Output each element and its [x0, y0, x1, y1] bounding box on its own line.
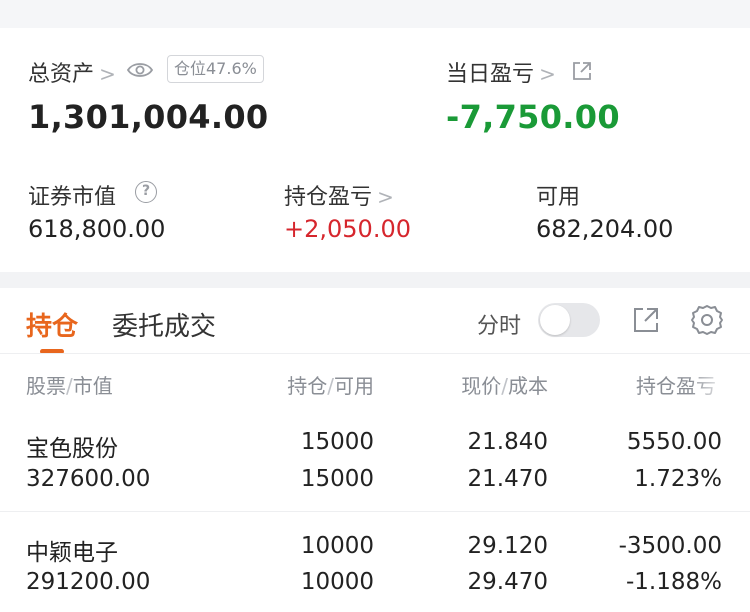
header-fade — [690, 368, 730, 398]
header-price-label: 现价 — [461, 374, 502, 398]
chevron-right-icon: > — [539, 62, 556, 86]
available-qty: 15000 — [300, 466, 374, 492]
securities-value: 618,800.00 — [28, 215, 166, 243]
stock-name: 宝色股份 — [26, 436, 118, 462]
export-icon[interactable] — [632, 306, 660, 334]
header-separator: / — [501, 374, 508, 398]
chevron-right-icon: > — [99, 62, 116, 86]
tab-holdings[interactable]: 持仓 — [26, 306, 78, 343]
account-summary: 总资产 > 仓位47.6% 1,301,004.00 当日盈亏 > -7,750… — [0, 28, 750, 272]
position-pnl-percent: 1.723% — [634, 466, 722, 492]
chevron-right-icon: > — [377, 185, 394, 209]
cost-price: 21.470 — [467, 466, 548, 492]
position-ratio-badge: 仓位47.6% — [167, 55, 264, 83]
header-available-label: 可用 — [334, 374, 374, 398]
cost-price: 29.470 — [467, 569, 548, 595]
holding-qty: 10000 — [300, 533, 374, 559]
header-market-value-label: 市值 — [72, 374, 113, 398]
positions-panel: 持仓 委托成交 分时 股票/市值 持仓/可用 现价/成本 持仓盈亏 宝色股份 3… — [0, 288, 750, 612]
market-value: 291200.00 — [26, 569, 151, 595]
column-header-holding: 持仓/可用 — [287, 370, 374, 399]
header-separator: / — [66, 374, 73, 398]
current-price: 29.120 — [467, 533, 548, 559]
toggle-knob — [540, 305, 570, 335]
daily-pnl-link[interactable]: 当日盈亏 > — [446, 56, 556, 88]
market-value: 327600.00 — [26, 466, 151, 492]
column-header-price: 现价/成本 — [461, 370, 548, 399]
header-holding-label: 持仓 — [287, 374, 328, 398]
settings-gear-icon[interactable] — [690, 303, 724, 337]
available-value: 682,204.00 — [536, 215, 674, 243]
timeshare-toggle[interactable] — [538, 303, 600, 337]
daily-pnl-label: 当日盈亏 — [446, 62, 535, 87]
holding-pnl-link[interactable]: 持仓盈亏 > — [284, 179, 394, 211]
table-row[interactable]: 中颖电子 291200.00 10000 10000 29.120 29.470… — [0, 512, 750, 612]
securities-value-label: 证券市值 — [28, 185, 117, 210]
header-stock-label: 股票 — [26, 374, 66, 398]
current-price: 21.840 — [467, 429, 548, 455]
available-label: 可用 — [536, 185, 581, 210]
top-spacer — [0, 0, 750, 28]
holding-pnl-value: +2,050.00 — [284, 215, 411, 243]
total-assets-label: 总资产 — [28, 62, 95, 87]
position-pnl: -3500.00 — [618, 533, 722, 559]
column-header-stock: 股票/市值 — [26, 370, 113, 399]
share-icon[interactable] — [571, 60, 593, 82]
holding-qty: 15000 — [300, 429, 374, 455]
table-row[interactable]: 宝色股份 327600.00 15000 15000 21.840 21.470… — [0, 410, 750, 510]
header-separator: / — [327, 374, 334, 398]
total-assets-value: 1,301,004.00 — [28, 98, 269, 136]
position-pnl-percent: -1.188% — [626, 569, 722, 595]
holding-pnl-label: 持仓盈亏 — [284, 185, 373, 210]
daily-pnl-value: -7,750.00 — [446, 98, 620, 136]
eye-icon[interactable] — [126, 60, 154, 80]
total-assets-link[interactable]: 总资产 > — [28, 56, 116, 88]
divider — [0, 353, 750, 354]
tab-orders[interactable]: 委托成交 — [112, 306, 216, 343]
section-spacer — [0, 272, 750, 288]
stock-name: 中颖电子 — [26, 540, 118, 566]
available-qty: 10000 — [300, 569, 374, 595]
header-cost-label: 成本 — [508, 374, 548, 398]
help-icon[interactable]: ? — [135, 181, 157, 203]
position-pnl: 5550.00 — [626, 429, 722, 455]
timeshare-label: 分时 — [477, 314, 522, 339]
